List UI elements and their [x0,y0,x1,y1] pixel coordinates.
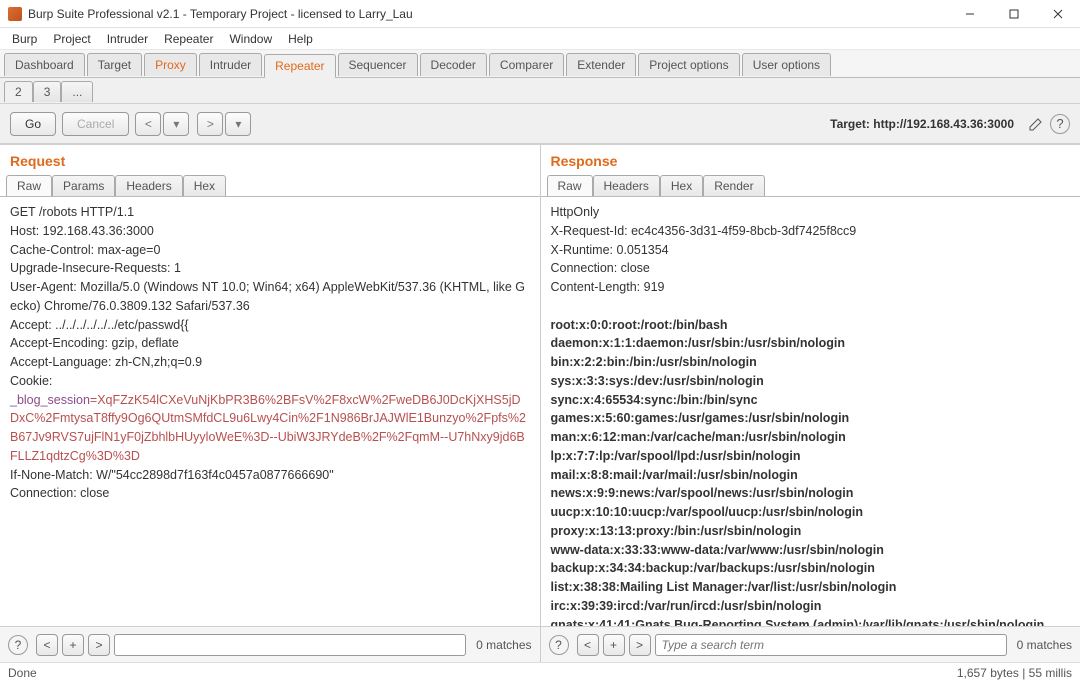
tab-target[interactable]: Target [87,53,142,76]
request-search-input[interactable] [114,634,466,656]
history-back-button[interactable]: < [135,112,161,136]
menubar: Burp Project Intruder Repeater Window He… [0,28,1080,50]
menu-help[interactable]: Help [282,30,319,48]
repeater-sub-tabs: 2 3 ... [0,78,1080,104]
response-search-add[interactable]: + [603,634,625,656]
response-search-prev[interactable]: < [577,634,599,656]
history-back-menu[interactable]: ▾ [163,112,189,136]
request-tabs: Raw Params Headers Hex [0,175,540,197]
target-label: Target: http://192.168.43.36:3000 [830,117,1014,131]
repeater-toolbar: Go Cancel < ▾ > ▾ Target: http://192.168… [0,104,1080,144]
status-right: 1,657 bytes | 55 millis [957,666,1072,680]
statusbar: Done 1,657 bytes | 55 millis [0,662,1080,682]
request-search-prev[interactable]: < [36,634,58,656]
menu-burp[interactable]: Burp [6,30,43,48]
window-title: Burp Suite Professional v2.1 - Temporary… [28,7,956,21]
menu-window[interactable]: Window [223,30,278,48]
tab-project-options[interactable]: Project options [638,53,739,76]
response-tab-raw[interactable]: Raw [547,175,593,196]
response-body[interactable]: HttpOnlyX-Request-Id: ec4c4356-3d31-4f59… [541,197,1080,626]
tab-sequencer[interactable]: Sequencer [338,53,418,76]
history-forward-menu[interactable]: ▾ [225,112,251,136]
response-title: Response [551,153,1071,169]
request-tab-params[interactable]: Params [52,175,115,196]
tab-user-options[interactable]: User options [742,53,831,76]
request-tab-raw[interactable]: Raw [6,175,52,196]
tab-dashboard[interactable]: Dashboard [4,53,85,76]
response-tab-render[interactable]: Render [703,175,764,196]
sub-tab-2[interactable]: 2 [4,81,33,102]
response-help-icon[interactable]: ? [549,635,569,655]
minimize-button[interactable] [956,4,984,24]
status-left: Done [8,666,37,680]
menu-repeater[interactable]: Repeater [158,30,219,48]
tab-decoder[interactable]: Decoder [420,53,487,76]
maximize-button[interactable] [1000,4,1028,24]
response-search-input[interactable] [655,634,1007,656]
response-pane: Response Raw Headers Hex Render HttpOnly… [541,145,1080,662]
menu-intruder[interactable]: Intruder [101,30,154,48]
request-search-next[interactable]: > [88,634,110,656]
tab-proxy[interactable]: Proxy [144,53,197,76]
content-split: Request Raw Params Headers Hex GET /robo… [0,144,1080,662]
app-icon [8,7,22,21]
window-titlebar: Burp Suite Professional v2.1 - Temporary… [0,0,1080,28]
request-match-count: 0 matches [476,638,531,652]
help-icon[interactable]: ? [1050,114,1070,134]
tab-comparer[interactable]: Comparer [489,53,564,76]
go-button[interactable]: Go [10,112,56,136]
request-tab-hex[interactable]: Hex [183,175,226,196]
request-help-icon[interactable]: ? [8,635,28,655]
sub-tab-new[interactable]: ... [61,81,93,102]
close-button[interactable] [1044,4,1072,24]
main-tab-strip: Dashboard Target Proxy Intruder Repeater… [0,50,1080,78]
sub-tab-3[interactable]: 3 [33,81,62,102]
response-tab-hex[interactable]: Hex [660,175,703,196]
response-footer: ? < + > 0 matches [541,626,1080,662]
edit-target-icon[interactable] [1026,114,1046,134]
response-match-count: 0 matches [1017,638,1072,652]
response-tabs: Raw Headers Hex Render [541,175,1080,197]
request-pane: Request Raw Params Headers Hex GET /robo… [0,145,541,662]
request-footer: ? < + > 0 matches [0,626,540,662]
menu-project[interactable]: Project [47,30,96,48]
tab-extender[interactable]: Extender [566,53,636,76]
response-tab-headers[interactable]: Headers [593,175,660,196]
request-body[interactable]: GET /robots HTTP/1.1Host: 192.168.43.36:… [0,197,540,626]
request-title: Request [10,153,530,169]
history-forward-button[interactable]: > [197,112,223,136]
tab-repeater[interactable]: Repeater [264,54,335,78]
request-search-add[interactable]: + [62,634,84,656]
tab-intruder[interactable]: Intruder [199,53,262,76]
request-tab-headers[interactable]: Headers [115,175,182,196]
cancel-button[interactable]: Cancel [62,112,129,136]
response-search-next[interactable]: > [629,634,651,656]
